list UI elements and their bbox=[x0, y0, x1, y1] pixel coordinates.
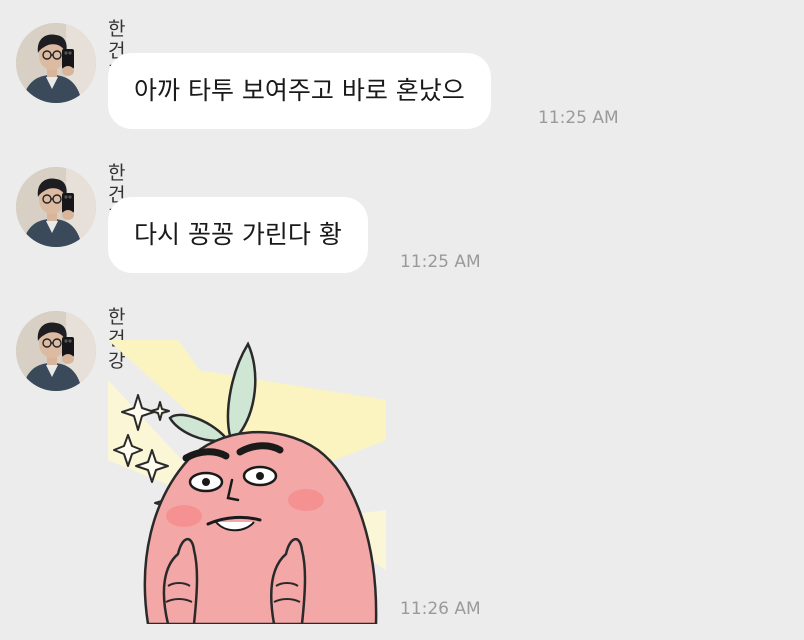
sticker-message[interactable] bbox=[108, 340, 386, 624]
message-bubble[interactable]: 다시 꽁꽁 가린다 황 bbox=[108, 197, 368, 273]
chat-thread: 한건강 아까 타투 보여주고 바로 혼났으 11:25 AM 한건강 다시 꽁꽁… bbox=[0, 0, 804, 640]
message-bubble[interactable]: 아까 타투 보여주고 바로 혼났으 bbox=[108, 53, 491, 129]
message-time: 11:25 AM bbox=[538, 108, 619, 128]
message-time: 11:26 AM bbox=[400, 599, 481, 619]
avatar[interactable] bbox=[16, 311, 96, 391]
profile-photo bbox=[16, 23, 96, 103]
profile-photo bbox=[16, 167, 96, 247]
avatar[interactable] bbox=[16, 167, 96, 247]
message-time: 11:25 AM bbox=[400, 252, 481, 272]
peach-character-thumbs-up-sticker bbox=[108, 340, 386, 624]
profile-photo bbox=[16, 311, 96, 391]
avatar[interactable] bbox=[16, 23, 96, 103]
